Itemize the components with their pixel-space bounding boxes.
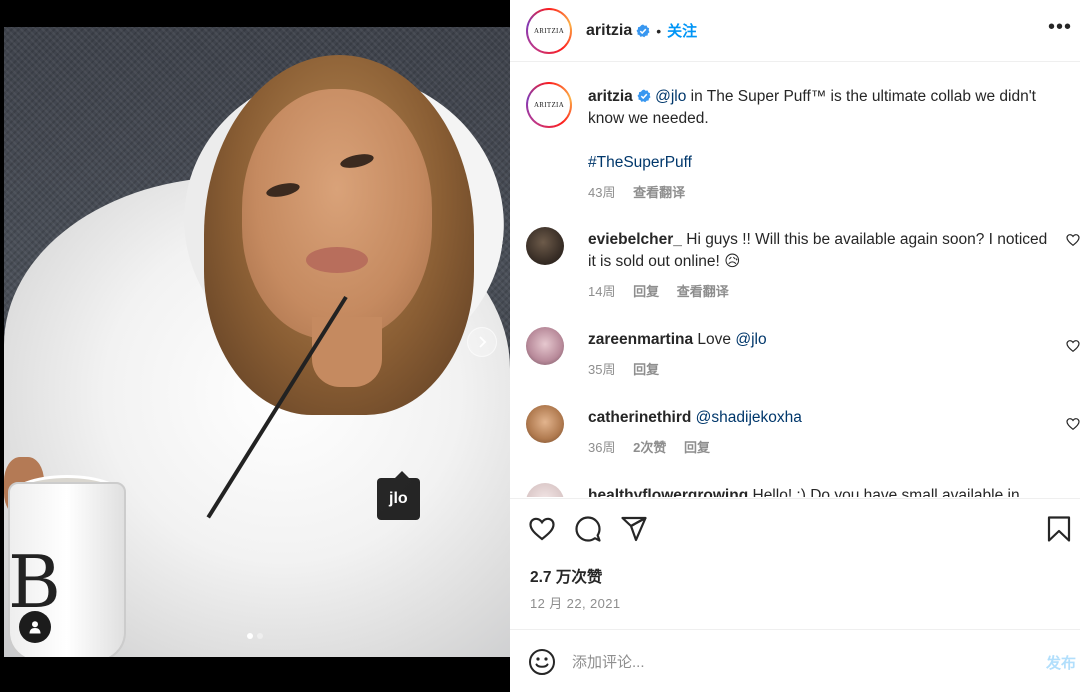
caption-hashtag[interactable]: #TheSuperPuff	[588, 152, 1048, 174]
next-photo-button[interactable]	[467, 327, 497, 357]
comment-input[interactable]	[572, 648, 1012, 676]
carousel-indicator	[247, 633, 263, 639]
post-comment-button[interactable]: 发布	[1046, 652, 1076, 673]
post-header: ARITZIA aritzia • 关注 •••	[510, 0, 1080, 62]
follow-button[interactable]: 关注	[667, 20, 697, 41]
caption-translate-link[interactable]: 查看翻译	[633, 185, 685, 200]
like-heart-icon[interactable]	[528, 515, 556, 543]
author-avatar[interactable]: ARITZIA	[526, 7, 572, 54]
comment-text: Hello! :) Do you have small available in	[748, 487, 1020, 497]
comment-meta: 36周 2次赞 回复	[588, 437, 1048, 459]
comment-mention[interactable]: @shadijekoxha	[696, 409, 802, 426]
post-dialog: B jlo ARITZIA aritzia • 关注 ••• ARITZIA a…	[0, 0, 1080, 692]
like-count[interactable]: 2.7 万次赞	[530, 565, 602, 587]
translate-link[interactable]: 查看翻译	[677, 284, 729, 299]
user-icon	[29, 621, 41, 634]
save-bookmark-icon[interactable]	[1046, 515, 1072, 543]
chevron-right-icon	[479, 336, 487, 348]
commenter-avatar[interactable]	[526, 405, 564, 443]
post-photo[interactable]: B	[4, 27, 510, 657]
post-side-panel: ARITZIA aritzia • 关注 ••• ARITZIA aritzia…	[510, 0, 1080, 692]
verified-badge-icon	[636, 24, 650, 37]
comment-likes[interactable]: 2次赞	[633, 440, 666, 455]
action-bar	[528, 515, 1071, 543]
like-comment-heart-icon[interactable]	[1066, 233, 1080, 247]
commenter-avatar[interactable]	[526, 327, 564, 365]
comment-username[interactable]: eviebelcher_	[588, 231, 682, 248]
comment-mention[interactable]: @jlo	[735, 331, 766, 348]
share-send-icon[interactable]	[620, 515, 648, 543]
comment-text: Love	[693, 331, 736, 348]
commenter-avatar[interactable]	[526, 227, 564, 265]
commenter-avatar[interactable]	[526, 483, 564, 497]
like-comment-heart-icon[interactable]	[1066, 339, 1080, 353]
caption-avatar-logo-text: ARITZIA	[533, 101, 565, 109]
comment-meta: 14周 回复 查看翻译	[588, 281, 1048, 303]
emoji-icon[interactable]	[528, 648, 556, 676]
photo-pane: B jlo	[0, 0, 510, 692]
caption-username[interactable]: aritzia	[588, 88, 633, 105]
neck	[312, 317, 382, 387]
add-comment-bar: 发布	[510, 629, 1080, 692]
mug-letter: B	[8, 540, 61, 624]
caption-time[interactable]: 43周	[588, 185, 615, 200]
comment-time[interactable]: 36周	[588, 440, 615, 455]
comment-body: catherinethird @shadijekoxha 36周 2次赞 回复	[588, 407, 1048, 459]
comment-username[interactable]: zareenmartina	[588, 331, 693, 348]
avatar-logo-text: ARITZIA	[533, 26, 565, 35]
reply-button[interactable]: 回复	[633, 362, 659, 377]
reply-button[interactable]: 回复	[633, 284, 659, 299]
carousel-dot-active	[247, 633, 253, 639]
more-options-button[interactable]: •••	[1048, 17, 1072, 40]
reply-button[interactable]: 回复	[684, 440, 710, 455]
comment-time[interactable]: 14周	[588, 284, 615, 299]
comments-list[interactable]: ARITZIA aritzia @jlo in The Super Puff™ …	[510, 63, 1080, 497]
caption-body: aritzia @jlo in The Super Puff™ is the u…	[588, 86, 1048, 204]
face	[242, 89, 432, 339]
author-username[interactable]: aritzia	[586, 22, 632, 40]
comment-body: healthyflowergrowing Hello! :) Do you ha…	[588, 485, 1048, 497]
comment-meta: 35周 回复	[588, 359, 1048, 381]
carousel-dot	[257, 633, 263, 639]
caption-avatar[interactable]: ARITZIA	[526, 82, 572, 128]
caption-mention[interactable]: @jlo	[655, 88, 686, 105]
lips	[306, 247, 368, 273]
post-footer: 2.7 万次赞 12 月 22, 2021 发布	[510, 498, 1080, 692]
caption-meta: 43周 查看翻译	[588, 182, 1048, 204]
verified-badge-icon	[637, 89, 651, 103]
comment-body: zareenmartina Love @jlo 35周 回复	[588, 329, 1048, 381]
comment-username[interactable]: catherinethird	[588, 409, 691, 426]
user-tag-jlo[interactable]: jlo	[377, 471, 420, 520]
post-date[interactable]: 12 月 22, 2021	[530, 593, 621, 612]
comment-bubble-icon[interactable]	[574, 515, 602, 543]
comment-username[interactable]: healthyflowergrowing	[588, 487, 748, 497]
comment-time[interactable]: 35周	[588, 362, 615, 377]
tagged-users-button[interactable]	[19, 611, 51, 643]
header-separator: •	[656, 22, 662, 39]
like-comment-heart-icon[interactable]	[1066, 417, 1080, 431]
comment-body: eviebelcher_ Hi guys !! Will this be ava…	[588, 229, 1048, 303]
